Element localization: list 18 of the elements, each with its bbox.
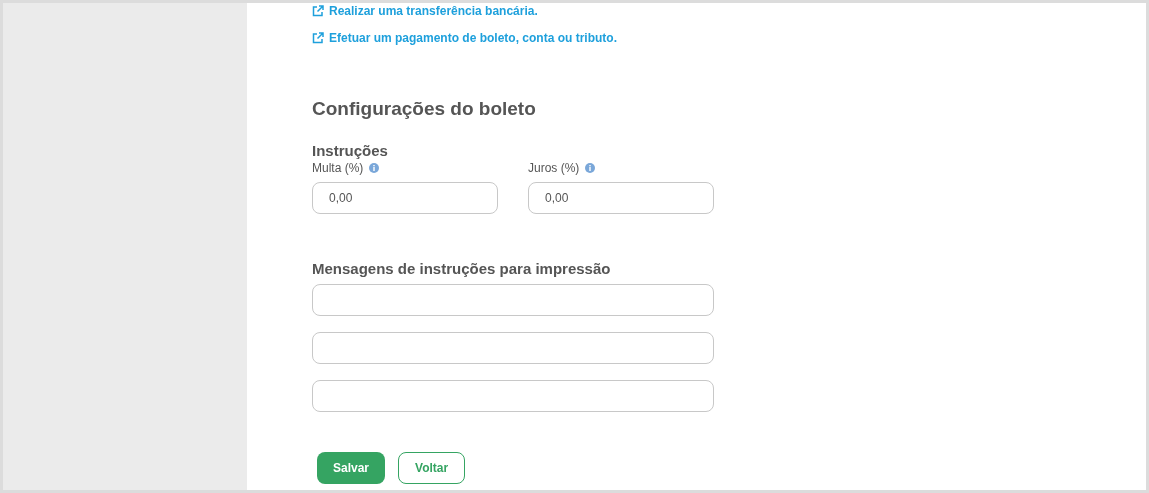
section-title: Configurações do boleto — [312, 97, 537, 121]
field-label: Multa (%) — [312, 159, 364, 177]
input-field[interactable]: 0,00 — [312, 181, 498, 214]
save-button[interactable]: Salvar — [317, 451, 386, 484]
input-field[interactable]: 0,00 — [528, 181, 714, 214]
messages-title: Mensagens de instruções para impressão — [312, 259, 612, 278]
instructions-title: Instruções — [312, 141, 389, 160]
external-link-icon — [312, 5, 324, 17]
back-button[interactable]: Voltar — [398, 451, 466, 484]
field-label: Juros (%) — [528, 159, 580, 177]
info-icon — [369, 162, 380, 173]
message-input-field[interactable] — [312, 379, 714, 412]
link[interactable]: Realizar uma transferência bancária. — [312, 3, 714, 20]
message-input-field[interactable] — [312, 283, 714, 316]
external-link-icon — [312, 32, 324, 44]
message-input-field[interactable] — [312, 331, 714, 364]
info-icon — [585, 162, 596, 173]
link[interactable]: Efetuar um pagamento de boleto, conta ou tributo. — [312, 29, 714, 47]
